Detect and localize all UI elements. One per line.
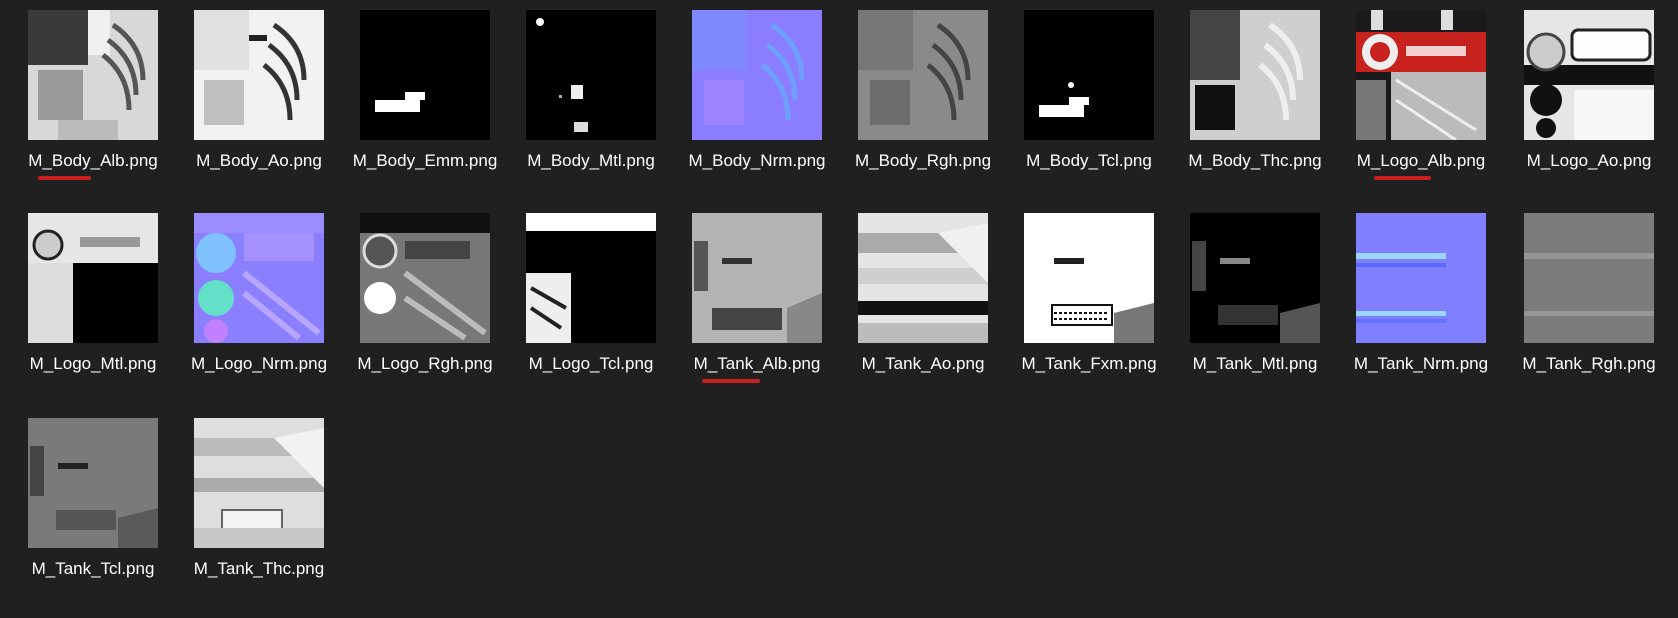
texture-thumbnail — [1356, 213, 1486, 343]
file-name: M_Body_Nrm.png — [688, 151, 826, 170]
file-item[interactable]: M_Logo_Rgh.png — [350, 213, 500, 413]
file-name: M_Body_Rgh.png — [854, 151, 992, 170]
texture-thumbnail — [28, 10, 158, 140]
file-name: M_Tank_Mtl.png — [1192, 354, 1318, 373]
texture-thumbnail — [1356, 10, 1486, 140]
texture-thumbnail — [526, 10, 656, 140]
texture-thumbnail — [194, 10, 324, 140]
file-item[interactable]: M_Body_Tcl.png — [1014, 10, 1164, 210]
red-underline-annotation — [702, 379, 760, 383]
file-name: M_Logo_Ao.png — [1526, 151, 1652, 170]
texture-thumbnail — [194, 418, 324, 548]
texture-thumbnail — [1024, 213, 1154, 343]
file-item[interactable]: M_Logo_Alb.png — [1346, 10, 1496, 210]
file-name: M_Tank_Rgh.png — [1522, 354, 1656, 373]
file-item[interactable]: M_Body_Nrm.png — [682, 10, 832, 210]
file-name: M_Tank_Tcl.png — [31, 559, 155, 578]
file-item[interactable]: M_Body_Ao.png — [184, 10, 334, 210]
file-name: M_Body_Tcl.png — [1026, 151, 1152, 170]
file-name: M_Body_Ao.png — [196, 151, 322, 170]
file-name: M_Logo_Alb.png — [1356, 151, 1486, 170]
file-name: M_Tank_Ao.png — [861, 354, 985, 373]
texture-thumbnail — [1190, 213, 1320, 343]
file-name: M_Logo_Tcl.png — [528, 354, 654, 373]
file-item[interactable]: M_Tank_Rgh.png — [1514, 213, 1664, 413]
file-item[interactable]: M_Body_Alb.png — [18, 10, 168, 210]
red-underline-annotation — [1374, 176, 1431, 180]
texture-thumbnail — [194, 213, 324, 343]
texture-thumbnail — [1524, 10, 1654, 140]
file-item[interactable]: M_Body_Mtl.png — [516, 10, 666, 210]
texture-thumbnail — [526, 213, 656, 343]
texture-thumbnail — [858, 10, 988, 140]
file-name: M_Logo_Mtl.png — [29, 354, 157, 373]
texture-thumbnail — [858, 213, 988, 343]
texture-thumbnail — [360, 213, 490, 343]
file-name: M_Logo_Nrm.png — [190, 354, 328, 373]
texture-thumbnail — [692, 213, 822, 343]
file-item[interactable]: M_Logo_Ao.png — [1514, 10, 1664, 210]
file-name: M_Body_Thc.png — [1188, 151, 1322, 170]
file-item[interactable]: M_Body_Emm.png — [350, 10, 500, 210]
file-name: M_Logo_Rgh.png — [357, 354, 493, 373]
file-name: M_Tank_Thc.png — [193, 559, 325, 578]
file-item[interactable]: M_Tank_Nrm.png — [1346, 213, 1496, 413]
file-item[interactable]: M_Tank_Mtl.png — [1180, 213, 1330, 413]
texture-thumbnail — [692, 10, 822, 140]
file-item[interactable]: M_Tank_Ao.png — [848, 213, 998, 413]
file-name: M_Body_Mtl.png — [527, 151, 655, 170]
file-item[interactable]: M_Body_Rgh.png — [848, 10, 998, 210]
file-item[interactable]: M_Body_Thc.png — [1180, 10, 1330, 210]
file-item[interactable]: M_Tank_Thc.png — [184, 418, 334, 618]
red-underline-annotation — [38, 176, 91, 180]
file-item[interactable]: M_Tank_Alb.png — [682, 213, 832, 413]
file-item[interactable]: M_Logo_Tcl.png — [516, 213, 666, 413]
texture-thumbnail — [28, 213, 158, 343]
file-item[interactable]: M_Tank_Fxm.png — [1014, 213, 1164, 413]
file-name: M_Body_Emm.png — [352, 151, 498, 170]
file-name: M_Tank_Alb.png — [693, 354, 821, 373]
file-name: M_Tank_Fxm.png — [1021, 354, 1157, 373]
texture-thumbnail — [1190, 10, 1320, 140]
file-item[interactable]: M_Logo_Mtl.png — [18, 213, 168, 413]
texture-thumbnail — [1024, 10, 1154, 140]
texture-thumbnail — [360, 10, 490, 140]
file-item[interactable]: M_Tank_Tcl.png — [18, 418, 168, 618]
texture-thumbnail — [1524, 213, 1654, 343]
file-name: M_Tank_Nrm.png — [1353, 354, 1489, 373]
file-name: M_Body_Alb.png — [28, 151, 158, 170]
file-thumbnail-grid: M_Body_Alb.png M_Body_Ao.png M_Body_Emm.… — [0, 0, 1678, 609]
texture-thumbnail — [28, 418, 158, 548]
file-item[interactable]: M_Logo_Nrm.png — [184, 213, 334, 413]
